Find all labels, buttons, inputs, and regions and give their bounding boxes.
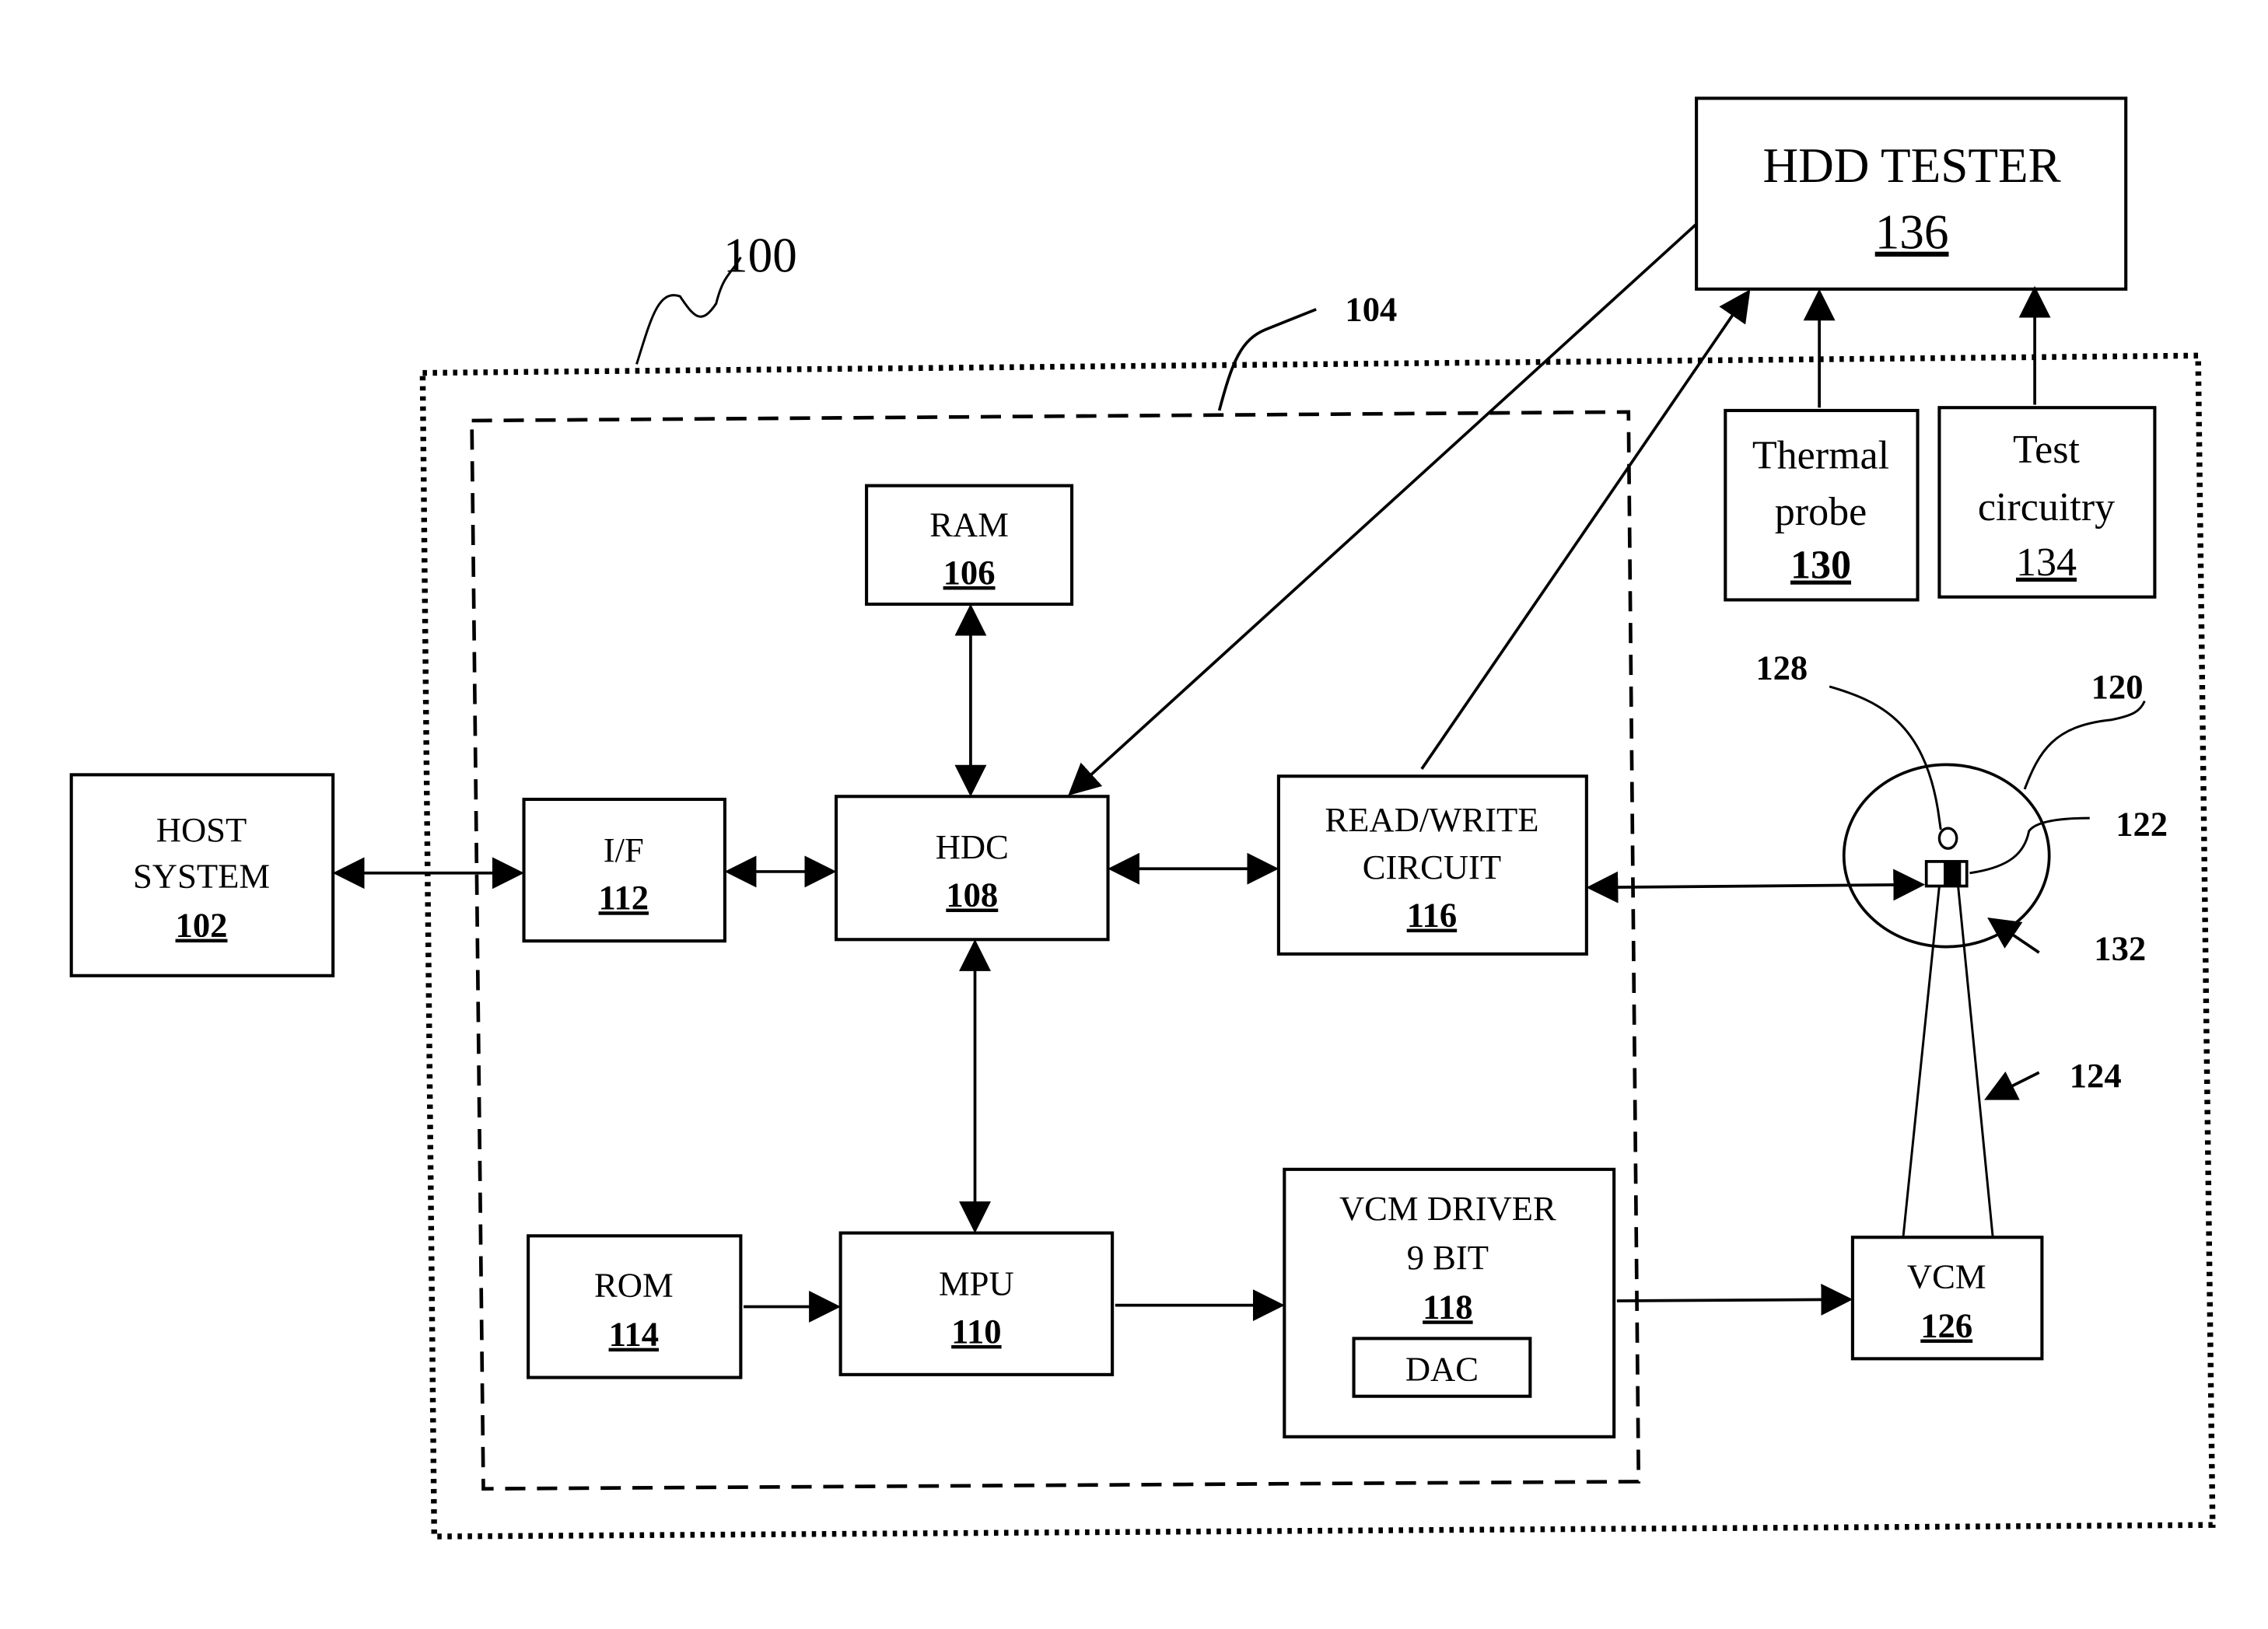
ram-block: RAM 106	[865, 484, 1074, 607]
svg-text:9 BIT: 9 BIT	[1407, 1238, 1489, 1277]
interface-block: I/F 112	[522, 797, 726, 943]
hdd-block-diagram: 100 104 HOST SYSTEM 102 I/F 112 RAM 106 …	[69, 96, 2216, 1540]
svg-text:116: 116	[1407, 896, 1457, 935]
svg-text:114: 114	[609, 1315, 659, 1354]
svg-text:SYSTEM: SYSTEM	[133, 856, 270, 895]
leader-124	[1984, 1071, 2040, 1100]
hdc-block: HDC 108	[835, 795, 1110, 942]
svg-text:Test: Test	[2013, 428, 2080, 472]
svg-text:118: 118	[1423, 1287, 1472, 1326]
label-120: 120	[2091, 667, 2144, 706]
svg-text:VCM DRIVER: VCM DRIVER	[1339, 1189, 1556, 1228]
arrow-rw-head	[1586, 869, 1926, 904]
leader-128	[1829, 685, 1942, 830]
leader-120	[2023, 700, 2146, 790]
svg-text:126: 126	[1920, 1306, 1972, 1344]
rom-block: ROM 114	[527, 1234, 743, 1379]
label-124: 124	[2070, 1056, 2122, 1095]
svg-text:Thermal: Thermal	[1752, 433, 1889, 477]
disk-assembly	[1842, 763, 2051, 1238]
svg-text:102: 102	[176, 906, 228, 945]
actuator-arm	[1902, 886, 1994, 1238]
svg-text:probe: probe	[1775, 490, 1867, 534]
svg-text:108: 108	[946, 876, 998, 914]
leader-104	[1217, 308, 1317, 411]
hdd-tester-block: HDD TESTER 136	[1695, 96, 2128, 291]
label-132: 132	[2094, 928, 2146, 967]
test-circuitry-block: Test circuitry 134	[1937, 406, 2157, 599]
mpu-block: MPU 110	[838, 1231, 1115, 1376]
svg-text:circuitry: circuitry	[1978, 485, 2115, 530]
svg-text:HOST: HOST	[156, 810, 247, 849]
label-122: 122	[2116, 804, 2168, 843]
svg-text:HDC: HDC	[936, 827, 1009, 866]
arrow-rw-tester	[1420, 289, 1751, 770]
svg-text:130: 130	[1790, 544, 1851, 588]
svg-text:RAM: RAM	[929, 505, 1009, 544]
label-100: 100	[723, 228, 797, 282]
disk-icon	[1842, 763, 2051, 949]
svg-text:ROM: ROM	[594, 1265, 674, 1304]
dac-label: DAC	[1405, 1349, 1479, 1388]
svg-text:CIRCUIT: CIRCUIT	[1363, 848, 1501, 886]
vcm-block: VCM 126	[1850, 1236, 2044, 1361]
svg-text:VCM: VCM	[1907, 1257, 1986, 1295]
arrow-vcmdriver-vcm	[1616, 1283, 1853, 1316]
thermal-probe-block: Thermal probe 130	[1724, 408, 1920, 602]
leader-122	[1969, 816, 2090, 875]
svg-text:112: 112	[599, 878, 649, 917]
spindle-icon	[1937, 827, 1958, 850]
vcm-driver-block: VCM DRIVER 9 BIT 118 DAC	[1283, 1167, 1616, 1438]
svg-text:I/F: I/F	[604, 830, 644, 869]
svg-text:110: 110	[951, 1312, 1001, 1351]
svg-text:134: 134	[2016, 540, 2077, 585]
svg-text:HDD TESTER: HDD TESTER	[1762, 138, 2061, 193]
svg-text:MPU: MPU	[939, 1264, 1014, 1303]
read-write-circuit-block: READ/WRITE CIRCUIT 116	[1276, 774, 1588, 956]
svg-text:136: 136	[1875, 205, 1949, 260]
label-104: 104	[1345, 290, 1397, 329]
svg-text:READ/WRITE: READ/WRITE	[1325, 800, 1538, 839]
host-system-block: HOST SYSTEM 102	[69, 773, 335, 977]
svg-text:106: 106	[943, 553, 996, 592]
label-128: 128	[1755, 648, 1808, 687]
